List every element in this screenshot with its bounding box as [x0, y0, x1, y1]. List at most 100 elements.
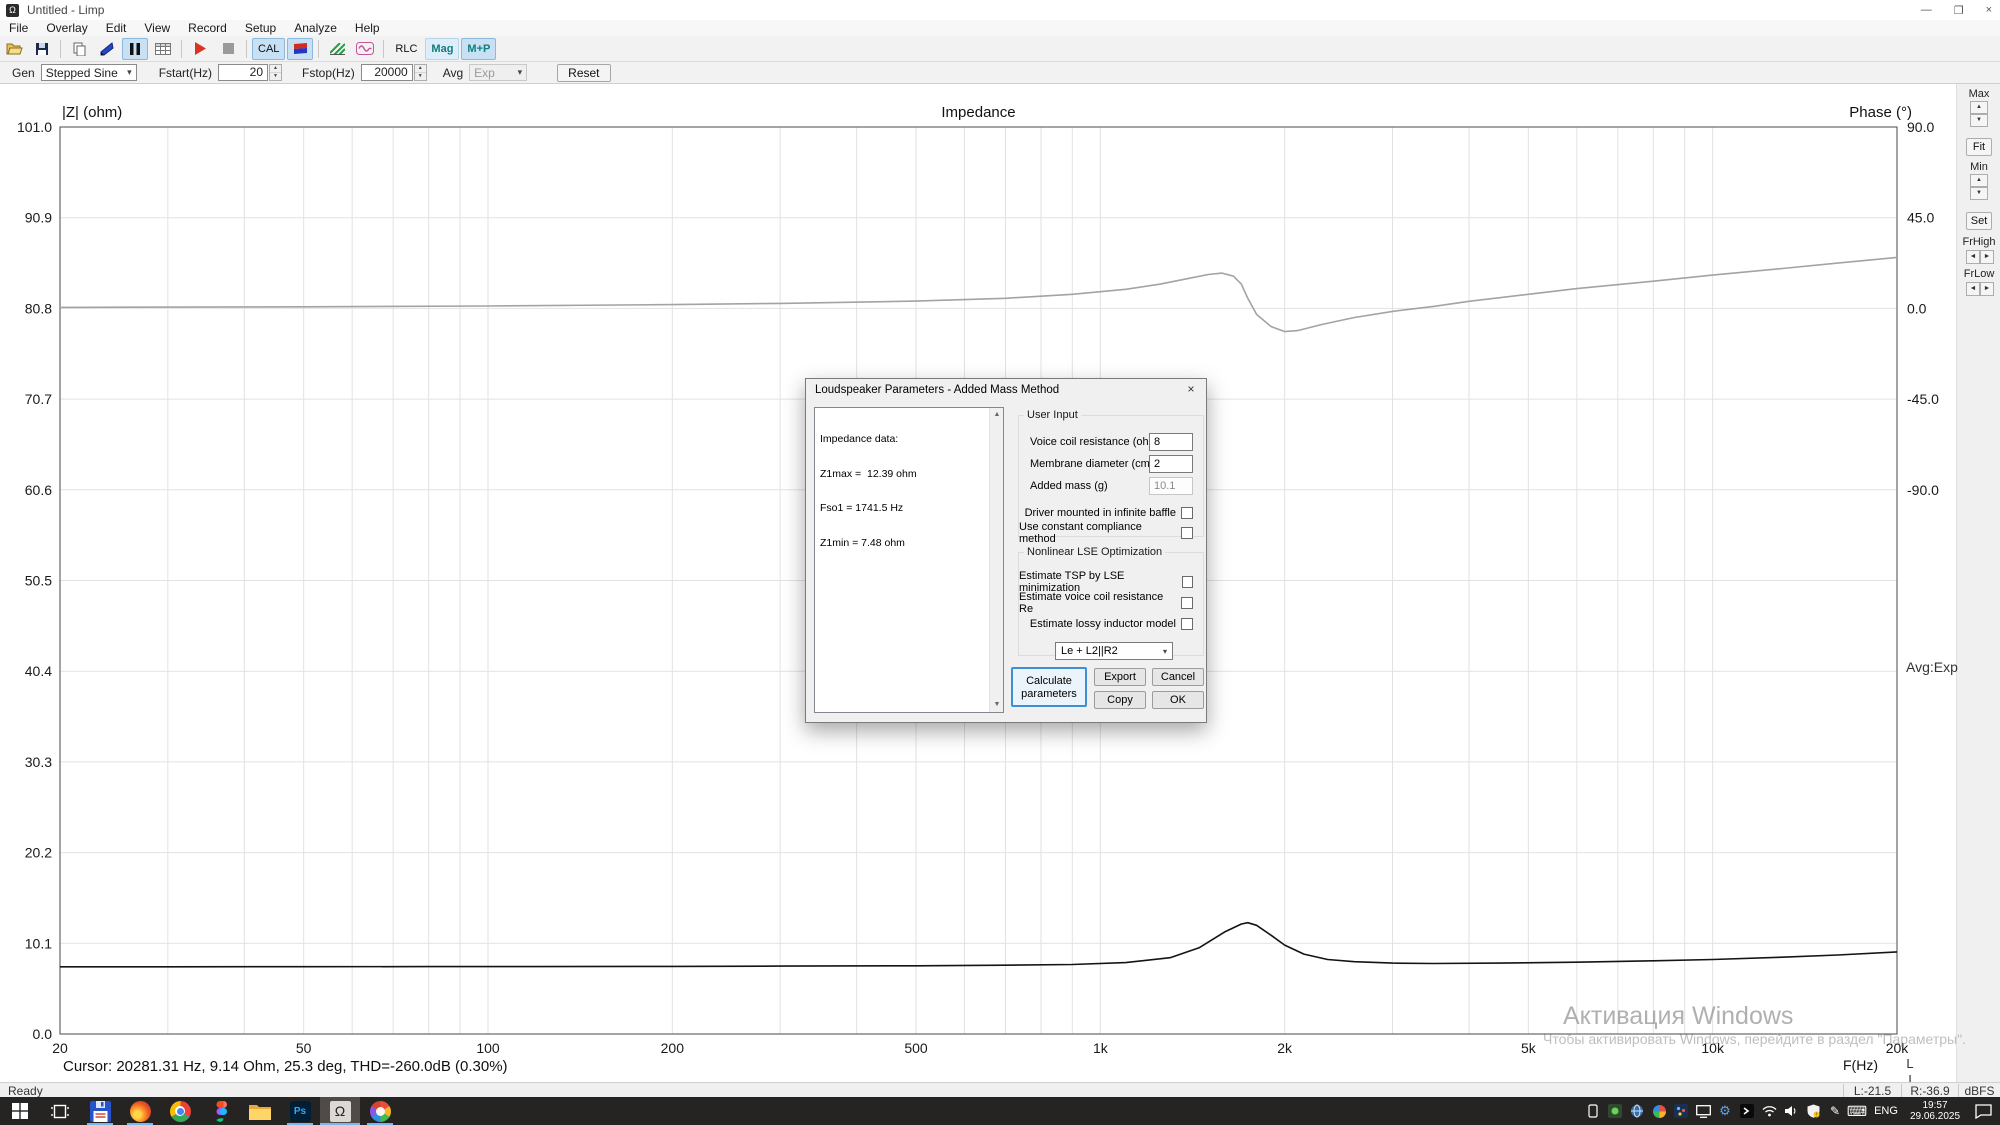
sine-wave-icon: [356, 42, 374, 55]
fstop-stepper[interactable]: ▲ ▼: [414, 64, 427, 81]
language-indicator[interactable]: ENG: [1868, 1105, 1904, 1117]
calculate-parameters-button[interactable]: Calculate parameters: [1011, 667, 1087, 707]
frhigh-stepper[interactable]: ◄ ►: [1966, 250, 1994, 264]
menu-setup[interactable]: Setup: [236, 20, 285, 36]
pen-icon: [100, 42, 114, 56]
edit-pen-button[interactable]: [94, 38, 120, 60]
svg-text:-90.0: -90.0: [1907, 482, 1939, 498]
taskbar: Ps Ω ⚙: [0, 1097, 2000, 1125]
export-button[interactable]: Export: [1094, 668, 1146, 686]
table-view-button[interactable]: [150, 38, 176, 60]
magnitude-view-button[interactable]: Mag: [425, 38, 459, 60]
generator-flag-icon: [293, 43, 308, 54]
minimize-button[interactable]: —: [1921, 4, 1932, 16]
tray-wifi-icon[interactable]: [1758, 1097, 1780, 1125]
menu-edit[interactable]: Edit: [97, 20, 136, 36]
voice-coil-resistance-input[interactable]: 8: [1149, 433, 1193, 451]
tray-display-icon[interactable]: [1692, 1097, 1714, 1125]
max-stepper[interactable]: ▲ ▼: [1970, 101, 1988, 127]
date: 29.06.2025: [1904, 1111, 1966, 1122]
open-file-button[interactable]: [1, 38, 27, 60]
constant-compliance-checkbox[interactable]: [1181, 527, 1193, 539]
tray-recorder-icon[interactable]: [1604, 1097, 1626, 1125]
tray-phone-icon[interactable]: [1582, 1097, 1604, 1125]
cancel-button[interactable]: Cancel: [1152, 668, 1204, 686]
tray-network-app-icon[interactable]: [1670, 1097, 1692, 1125]
menu-view[interactable]: View: [135, 20, 179, 36]
fstart-input[interactable]: 20: [218, 64, 268, 81]
spectrum-hatch-icon: [330, 43, 345, 55]
tray-pen-icon[interactable]: ✎: [1824, 1097, 1846, 1125]
taskbar-clock[interactable]: 19:57 29.06.2025: [1904, 1100, 1966, 1122]
membrane-diameter-input[interactable]: 2: [1149, 455, 1193, 473]
taskbar-app-limp-active[interactable]: Ω: [320, 1097, 360, 1125]
set-button[interactable]: Set: [1966, 212, 1992, 230]
menu-file[interactable]: File: [0, 20, 37, 36]
infinite-baffle-checkbox[interactable]: [1181, 507, 1193, 519]
task-view-button[interactable]: [40, 1097, 80, 1125]
taskbar-app-explorer[interactable]: [240, 1097, 280, 1125]
fit-button[interactable]: Fit: [1966, 138, 1992, 156]
menu-overlay[interactable]: Overlay: [37, 20, 96, 36]
tray-volume-icon[interactable]: [1780, 1097, 1802, 1125]
tray-color-app-icon[interactable]: [1648, 1097, 1670, 1125]
taskbar-app-floppy[interactable]: [80, 1097, 120, 1125]
sine-wave-button[interactable]: [352, 38, 378, 60]
stop-button[interactable]: [215, 38, 241, 60]
generator-type-select[interactable]: Stepped Sine ▾: [41, 64, 137, 81]
toolbar-separator: [60, 40, 61, 58]
frlow-stepper[interactable]: ◄ ►: [1966, 282, 1994, 296]
action-center-icon[interactable]: [1966, 1097, 2000, 1125]
taskbar-app-firefox[interactable]: [120, 1097, 160, 1125]
dialog-title-bar[interactable]: Loudspeaker Parameters - Added Mass Meth…: [806, 379, 1206, 401]
dialog-close-icon[interactable]: ×: [1176, 379, 1206, 400]
generator-button[interactable]: [287, 38, 313, 60]
start-button[interactable]: [0, 1097, 40, 1125]
impedance-data-line: Z1max = 12.39 ohm: [820, 469, 917, 481]
svg-text:40.4: 40.4: [25, 663, 52, 679]
estimate-tsp-checkbox[interactable]: [1182, 576, 1193, 588]
pause-button[interactable]: [122, 38, 148, 60]
maximize-button[interactable]: ❐: [1954, 4, 1964, 17]
copy-button[interactable]: [66, 38, 92, 60]
estimate-inductor-checkbox[interactable]: [1181, 618, 1193, 630]
tray-terminal-icon[interactable]: [1736, 1097, 1758, 1125]
menu-record[interactable]: Record: [179, 20, 236, 36]
ok-button[interactable]: OK: [1152, 691, 1204, 709]
calibrate-button[interactable]: CAL: [252, 38, 285, 60]
min-stepper[interactable]: ▲ ▼: [1970, 174, 1988, 200]
title-bar: Ω Untitled - Limp — ❐ ×: [0, 0, 2000, 20]
listbox-scrollbar[interactable]: ▲ ▼: [989, 408, 1003, 712]
scroll-up-icon[interactable]: ▲: [990, 408, 1004, 422]
inductor-model-select[interactable]: Le + L2||R2 ▾: [1055, 642, 1173, 660]
reset-button[interactable]: Reset: [557, 64, 610, 82]
impedance-data-line: Fso1 = 1741.5 Hz: [820, 503, 917, 515]
save-button[interactable]: [29, 38, 55, 60]
right-arrow-icon: ►: [1980, 282, 1994, 296]
tray-settings-gear-icon[interactable]: ⚙: [1714, 1097, 1736, 1125]
menu-analyze[interactable]: Analyze: [285, 20, 346, 36]
estimate-re-checkbox[interactable]: [1181, 597, 1193, 609]
spectrum-button[interactable]: [324, 38, 350, 60]
record-play-button[interactable]: [187, 38, 213, 60]
svg-text:45.0: 45.0: [1907, 210, 1934, 226]
up-arrow-icon: ▲: [415, 65, 426, 73]
taskbar-app-photoshop[interactable]: Ps: [280, 1097, 320, 1125]
close-button[interactable]: ×: [1986, 4, 1992, 16]
taskbar-app-paint[interactable]: [360, 1097, 400, 1125]
tray-defender-shield-icon[interactable]: !: [1802, 1097, 1824, 1125]
fstart-stepper[interactable]: ▲ ▼: [269, 64, 282, 81]
magnitude-phase-view-button[interactable]: M+P: [461, 38, 496, 60]
rlc-button[interactable]: RLC: [389, 38, 423, 60]
impedance-data-listbox[interactable]: Impedance data: Z1max = 12.39 ohm Fso1 =…: [814, 407, 1004, 713]
taskbar-app-chrome[interactable]: [160, 1097, 200, 1125]
fstop-input[interactable]: 20000: [361, 64, 413, 81]
tray-touch-keyboard-icon[interactable]: ⌨: [1846, 1097, 1868, 1125]
scroll-down-icon[interactable]: ▼: [990, 698, 1004, 712]
taskbar-app-figma[interactable]: [200, 1097, 240, 1125]
svg-text:50.5: 50.5: [25, 573, 52, 589]
tray-globe-icon[interactable]: [1626, 1097, 1648, 1125]
right-arrow-icon: ►: [1980, 250, 1994, 264]
copy-button[interactable]: Copy: [1094, 691, 1146, 709]
menu-help[interactable]: Help: [346, 20, 389, 36]
